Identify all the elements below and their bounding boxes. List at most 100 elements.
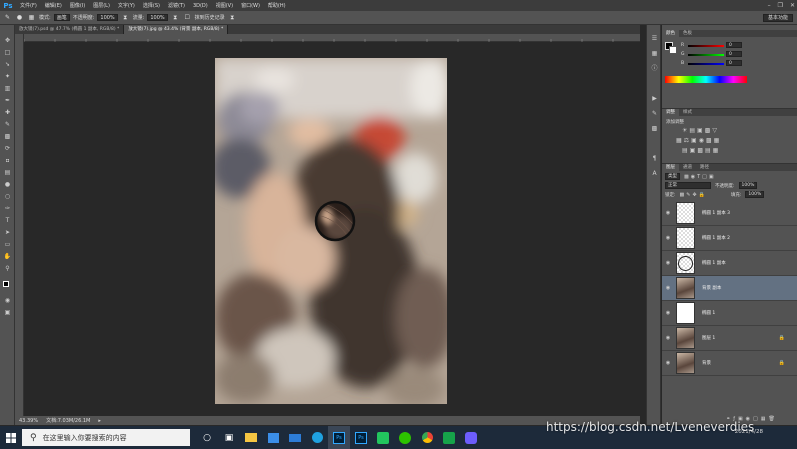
layer-row[interactable]: ◉ 椭圆 1 副本 2 [662,226,797,251]
color-spectrum-bar[interactable] [665,76,747,83]
visibility-eye-icon[interactable]: ◉ [662,260,674,266]
adjustment-icons-row-2[interactable]: ▦⚖▣◉▩▦ [676,137,721,144]
layer-name[interactable]: 背景 [702,360,711,366]
eyedropper-tool-icon[interactable]: ✒ [3,97,12,105]
tab-paths[interactable]: 路径 [696,164,713,171]
shape-tool-icon[interactable]: ▭ [3,241,12,249]
workspace-select[interactable]: 基本功能 [762,14,793,22]
clone-source-icon[interactable]: ▩ [650,125,659,133]
menu-image[interactable]: 图像(I) [66,2,89,9]
color-bg-swatch[interactable] [669,46,677,54]
menu-window[interactable]: 窗口(W) [237,2,264,9]
video-app-2-icon[interactable] [438,426,460,449]
layer-name[interactable]: 椭圆 1 [702,310,715,316]
menu-file[interactable]: 文件(F) [16,2,41,9]
pen-tool-icon[interactable]: ✑ [3,205,12,213]
zoom-tool-icon[interactable]: ⚲ [3,265,12,273]
layer-name[interactable]: 椭圆 1 副本 3 [702,210,730,216]
channel-b-slider[interactable] [688,63,724,65]
channel-g-slider[interactable] [688,54,724,56]
status-menu-arrow-icon[interactable]: ▸ [98,418,101,424]
tab-channels[interactable]: 通道 [679,164,696,171]
menu-type[interactable]: 文字(Y) [114,2,139,9]
flow-input[interactable]: 100% [147,14,168,21]
channel-r-slider[interactable] [688,45,724,47]
airbrush-icon[interactable]: ⧗ [171,14,180,22]
screen-mode-icon[interactable]: ▣ [3,309,12,317]
layer-filter-icons[interactable]: ▩◉T□▣ [684,174,716,180]
tab-color[interactable]: 颜色 [662,30,679,37]
type-tool-icon[interactable]: T [3,217,12,225]
layer-row-selected[interactable]: ◉ 背景 副本 [662,276,797,301]
vpn-shield-icon[interactable] [460,426,482,449]
blur-tool-icon[interactable]: ● [3,181,12,189]
tab-document-jpg[interactable]: 放大镜(7).jpg @ 43.4% (背景 副本, RGB/8) * [124,25,229,34]
layer-row[interactable]: ◉ 背景 🔒 [662,351,797,376]
menu-view[interactable]: 视图(V) [212,2,237,9]
move-tool-icon[interactable]: ✥ [3,37,12,45]
adjustment-icons-row-3[interactable]: ▤▣▩▤▦ [682,147,720,154]
start-button[interactable] [0,426,22,449]
lock-icons[interactable]: ▩✎✥🔒 [680,192,707,198]
layer-name[interactable]: 背景 副本 [702,285,721,291]
menu-edit[interactable]: 编辑(E) [41,2,66,9]
dodge-tool-icon[interactable]: ○ [3,193,12,201]
menu-3d[interactable]: 3D(D) [189,3,212,9]
close-icon[interactable]: ✕ [790,2,795,9]
adjustment-icons-row-1[interactable]: ☀▤▣▩▽ [682,127,719,134]
visibility-eye-icon[interactable]: ◉ [662,210,674,216]
tab-document-psd[interactable]: 放大镜(7).psd @ 47.7% (椭圆 1 副本, RGB/8) * [15,25,125,34]
chrome-icon[interactable] [416,426,438,449]
fill-input[interactable]: 100% [745,191,765,198]
info-panel-icon[interactable]: ⓘ [650,65,659,73]
visibility-eye-icon[interactable]: ◉ [662,235,674,241]
lasso-tool-icon[interactable]: ➘ [3,61,12,69]
eraser-tool-icon[interactable]: ✎ [3,14,12,22]
path-select-tool-icon[interactable]: ➤ [3,229,12,237]
file-explorer-icon[interactable] [240,426,262,449]
character-panel-icon[interactable]: A [650,170,659,178]
mode-select[interactable]: 画笔 [53,14,70,21]
channel-r-input[interactable]: 0 [726,42,742,48]
edge-icon[interactable] [306,426,328,449]
history-brush-tool-icon[interactable]: ⟳ [3,145,12,153]
crop-tool-icon[interactable]: ▥ [3,85,12,93]
menu-layer[interactable]: 图层(L) [89,2,114,9]
menu-filter[interactable]: 滤镜(T) [164,2,189,9]
eraser-tool-icon[interactable]: ▫ [3,157,12,165]
marquee-tool-icon[interactable]: □ [3,49,12,57]
taskbar-search-box[interactable]: ⚲ 在这里输入你要搜索的内容 [22,429,190,446]
wechat-icon[interactable] [394,426,416,449]
history-panel-icon[interactable]: ☰ [650,35,659,43]
tab-layers[interactable]: 图层 [662,164,679,171]
layer-row[interactable]: ◉ 图层 1 🔒 [662,326,797,351]
actions-panel-icon[interactable]: ▶ [650,95,659,103]
photoshop-taskbar-icon-2[interactable]: Ps [350,426,372,449]
blend-mode-select[interactable]: 正常 [665,182,711,189]
layer-row[interactable]: ◉ 椭圆 1 [662,301,797,326]
cortana-icon[interactable]: ○ [196,426,218,449]
healing-tool-icon[interactable]: ✚ [3,109,12,117]
minimize-icon[interactable]: – [768,2,771,9]
layer-opacity-input[interactable]: 100% [738,182,758,189]
quick-select-tool-icon[interactable]: ✦ [3,73,12,81]
photoshop-taskbar-icon[interactable]: Ps [328,426,350,449]
tab-adjustments[interactable]: 调整 [662,109,679,116]
document-canvas[interactable] [215,58,447,404]
store-icon[interactable] [262,426,284,449]
history-checkbox[interactable]: ☐ [183,14,192,22]
pressure-size-icon[interactable]: ⧗ [228,14,237,22]
visibility-eye-icon[interactable]: ◉ [662,360,674,366]
properties-panel-icon[interactable]: ▦ [650,50,659,58]
layer-row[interactable]: ◉ 椭圆 1 副本 3 [662,201,797,226]
visibility-eye-icon[interactable]: ◉ [662,310,674,316]
foreground-color-swatch[interactable] [3,281,9,287]
layer-name[interactable]: 椭圆 1 副本 2 [702,235,730,241]
brush-size-icon[interactable]: ● [15,14,24,22]
menu-help[interactable]: 帮助(H) [264,2,290,9]
mail-icon[interactable] [284,426,306,449]
brush-tool-icon[interactable]: ✎ [3,121,12,129]
stamp-tool-icon[interactable]: ▩ [3,133,12,141]
layer-name[interactable]: 图层 1 [702,335,715,341]
task-view-icon[interactable]: ▣ [218,426,240,449]
